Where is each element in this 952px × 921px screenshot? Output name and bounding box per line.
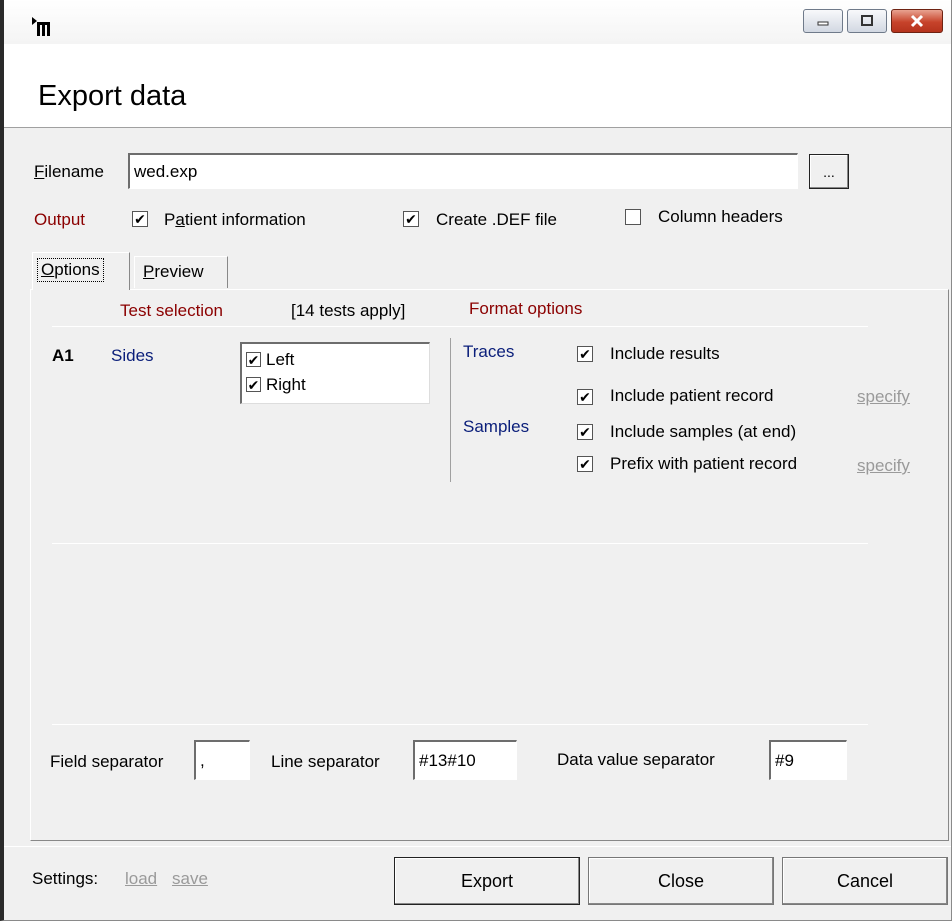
patient-information-checkbox[interactable]: ✔ <box>132 211 148 227</box>
sides-label: Sides <box>111 346 154 365</box>
side-left-label: Left <box>266 350 295 369</box>
side-right-label: Right <box>266 375 306 394</box>
options-bottom-divider <box>52 724 868 725</box>
patient-information-label: Patient information <box>164 210 306 229</box>
filename-label-accesskey: F <box>34 162 45 181</box>
prefix-patient-record-checkbox[interactable]: ✔ <box>577 456 593 472</box>
create-def-label: Create .DEF file <box>436 210 557 229</box>
settings-load-link[interactable]: load <box>125 869 157 889</box>
export-dialog-window: Export data Filename ... Output ✔ Patien… <box>0 0 952 921</box>
minimize-button[interactable] <box>803 9 843 33</box>
specify-prefix-link[interactable]: specify <box>857 456 910 476</box>
tab-options-label: Options <box>37 258 104 282</box>
data-value-separator-input[interactable] <box>769 740 847 780</box>
include-patient-record-checkbox[interactable]: ✔ <box>577 389 593 405</box>
field-separator-label: Field separator <box>50 752 164 771</box>
test-code: A1 <box>52 346 74 365</box>
column-headers-checkbox[interactable] <box>625 209 641 225</box>
title-bar[interactable] <box>4 0 951 44</box>
filename-label: Filename <box>34 162 104 182</box>
format-options-heading: Format options <box>469 299 583 318</box>
close-icon <box>910 14 924 28</box>
footer-divider <box>4 846 951 847</box>
options-top-divider <box>52 326 868 327</box>
include-results-checkbox[interactable]: ✔ <box>577 346 593 362</box>
options-middle-divider <box>52 543 868 544</box>
data-value-separator-label: Data value separator <box>557 750 715 769</box>
dialog-header: Export data <box>4 44 951 128</box>
close-window-button[interactable] <box>891 9 943 33</box>
minimize-icon <box>817 21 829 26</box>
export-button[interactable]: Export <box>394 857 580 905</box>
column-headers-label: Column headers <box>658 207 783 226</box>
browse-button[interactable]: ... <box>809 154 849 189</box>
settings-label: Settings: <box>32 869 99 888</box>
maximize-icon <box>861 15 873 26</box>
line-separator-label: Line separator <box>271 752 380 771</box>
samples-label: Samples <box>463 417 530 436</box>
tests-apply-count: [14 tests apply] <box>291 301 406 320</box>
dialog-title: Export data <box>38 80 187 112</box>
maximize-button[interactable] <box>847 9 887 33</box>
settings-save-link[interactable]: save <box>172 869 208 889</box>
include-results-label: Include results <box>610 344 720 363</box>
tab-options[interactable]: Options <box>32 252 130 290</box>
field-separator-input[interactable] <box>194 740 250 780</box>
include-samples-checkbox[interactable]: ✔ <box>577 424 593 440</box>
specify-patient-record-link[interactable]: specify <box>857 387 910 407</box>
format-vertical-divider <box>450 338 451 482</box>
traces-label: Traces <box>463 342 515 361</box>
include-samples-label: Include samples (at end) <box>610 422 797 441</box>
include-patient-record-label: Include patient record <box>610 386 774 405</box>
side-left-checkbox[interactable]: ✔ <box>246 352 261 367</box>
prefix-patient-record-label: Prefix with patient record <box>610 454 798 473</box>
output-label: Output <box>34 210 86 229</box>
side-right-checkbox[interactable]: ✔ <box>246 377 261 392</box>
tab-preview[interactable]: Preview <box>134 256 228 288</box>
app-icon <box>32 17 50 36</box>
cancel-button[interactable]: Cancel <box>782 857 948 905</box>
filename-input[interactable] <box>128 153 798 189</box>
test-selection-heading: Test selection <box>120 301 223 320</box>
tab-preview-label: Preview <box>143 262 204 281</box>
create-def-checkbox[interactable]: ✔ <box>403 211 419 227</box>
filename-label-rest: ilename <box>44 162 104 181</box>
close-button[interactable]: Close <box>588 857 774 905</box>
line-separator-input[interactable] <box>413 740 517 780</box>
